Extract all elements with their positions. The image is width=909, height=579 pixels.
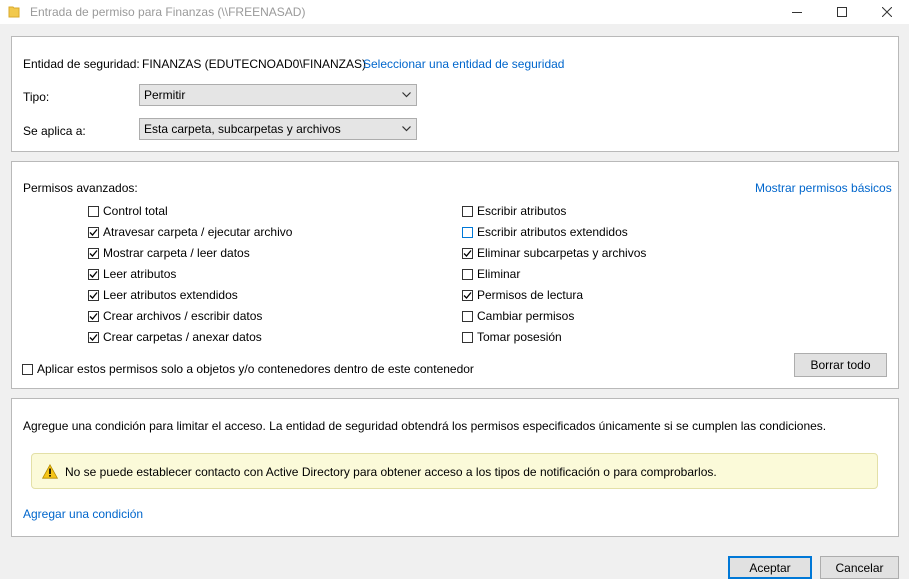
checkbox-box	[88, 289, 99, 301]
close-icon	[881, 7, 892, 17]
principal-panel: Entidad de seguridad: FINANZAS (EDUTECNO…	[11, 36, 899, 152]
maximize-icon	[836, 7, 847, 17]
permission-label: Leer atributos extendidos	[103, 288, 238, 302]
ok-button[interactable]: Aceptar	[728, 556, 812, 579]
checkbox-box	[88, 310, 99, 322]
warning-icon	[42, 464, 58, 479]
checkmark-icon	[89, 228, 98, 236]
checkbox-box	[88, 205, 99, 217]
checkbox-box	[88, 268, 99, 280]
checkmark-icon	[463, 249, 472, 257]
permission-label: Escribir atributos	[477, 204, 567, 218]
checkmark-icon	[89, 291, 98, 299]
permission-checkbox[interactable]: Tomar posesión	[462, 330, 562, 344]
chevron-down-icon	[402, 126, 411, 132]
permission-checkbox[interactable]: Atravesar carpeta / ejecutar archivo	[88, 225, 292, 239]
condition-description: Agregue una condición para limitar el ac…	[23, 419, 827, 433]
checkbox-box	[22, 363, 33, 375]
maximize-button[interactable]	[819, 0, 864, 24]
permission-checkbox[interactable]: Escribir atributos	[462, 204, 566, 218]
permission-label: Crear archivos / escribir datos	[103, 309, 263, 323]
permission-label: Escribir atributos extendidos	[477, 225, 628, 239]
minimize-icon	[791, 12, 802, 13]
checkmark-icon	[89, 333, 98, 341]
type-label: Tipo:	[23, 90, 50, 104]
checkbox-box	[462, 310, 473, 322]
title-bar: Entrada de permiso para Finanzas (\\FREE…	[0, 0, 909, 24]
checkmark-icon	[89, 270, 98, 278]
checkbox-box	[462, 331, 473, 343]
permission-checkbox[interactable]: Escribir atributos extendidos	[462, 225, 628, 239]
applies-select[interactable]: Esta carpeta, subcarpetas y archivos	[139, 118, 417, 140]
permissions-label: Permisos avanzados:	[23, 181, 138, 195]
applies-label: Se aplica a:	[23, 124, 86, 138]
clear-all-label: Borrar todo	[810, 358, 871, 372]
cancel-label: Cancelar	[835, 560, 884, 575]
clear-all-button[interactable]: Borrar todo	[794, 353, 887, 377]
permission-label: Permisos de lectura	[477, 288, 584, 302]
permission-label: Atravesar carpeta / ejecutar archivo	[103, 225, 293, 239]
permission-label: Eliminar	[477, 267, 521, 281]
permission-checkbox[interactable]: Crear archivos / escribir datos	[88, 309, 262, 323]
warning-bar: No se puede establecer contacto con Acti…	[31, 453, 878, 489]
folder-icon	[8, 6, 20, 18]
permission-checkbox[interactable]: Leer atributos	[88, 267, 176, 281]
type-select-value: Permitir	[144, 88, 186, 102]
checkmark-icon	[89, 249, 98, 257]
chevron-down-icon	[402, 92, 411, 98]
type-select[interactable]: Permitir	[139, 84, 417, 106]
cancel-button[interactable]: Cancelar	[820, 556, 899, 579]
permission-checkbox[interactable]: Control total	[88, 204, 168, 218]
close-button[interactable]	[864, 0, 909, 24]
principal-value: FINANZAS (EDUTECNOAD0\FINANZAS)	[142, 57, 367, 71]
permission-label: Leer atributos	[103, 267, 177, 281]
permission-label: Mostrar carpeta / leer datos	[103, 246, 250, 260]
permission-checkbox[interactable]: Cambiar permisos	[462, 309, 574, 323]
permission-label: Crear carpetas / anexar datos	[103, 330, 262, 344]
permission-label: Eliminar subcarpetas y archivos	[477, 246, 647, 260]
checkbox-box	[462, 268, 473, 280]
checkbox-box	[462, 205, 473, 217]
checkbox-box	[88, 247, 99, 259]
ok-label: Aceptar	[749, 560, 791, 575]
permission-checkbox[interactable]: Mostrar carpeta / leer datos	[88, 246, 250, 260]
checkmark-icon	[463, 291, 472, 299]
permission-checkbox[interactable]: Eliminar	[462, 267, 520, 281]
principal-label: Entidad de seguridad:	[23, 57, 140, 71]
window-title: Entrada de permiso para Finanzas (\\FREE…	[30, 5, 306, 19]
apply-only-checkbox[interactable]: Aplicar estos permisos solo a objetos y/…	[22, 362, 474, 376]
permission-checkbox[interactable]: Permisos de lectura	[462, 288, 583, 302]
show-basic-permissions-link[interactable]: Mostrar permisos básicos	[755, 181, 892, 195]
permission-label: Tomar posesión	[477, 330, 562, 344]
checkbox-box	[462, 289, 473, 301]
select-principal-link[interactable]: Seleccionar una entidad de seguridad	[363, 57, 564, 71]
checkbox-box	[88, 226, 99, 238]
permission-label: Control total	[103, 204, 168, 218]
permission-checkbox[interactable]: Leer atributos extendidos	[88, 288, 238, 302]
permission-checkbox[interactable]: Crear carpetas / anexar datos	[88, 330, 262, 344]
permissions-panel: Permisos avanzados: Mostrar permisos bás…	[11, 161, 899, 389]
minimize-button[interactable]	[774, 0, 819, 24]
add-condition-link[interactable]: Agregar una condición	[23, 507, 143, 521]
checkbox-box	[88, 331, 99, 343]
permission-label: Cambiar permisos	[477, 309, 575, 323]
permission-checkbox[interactable]: Eliminar subcarpetas y archivos	[462, 246, 646, 260]
checkbox-box	[462, 247, 473, 259]
checkbox-box	[462, 226, 473, 238]
apply-only-label: Aplicar estos permisos solo a objetos y/…	[37, 362, 474, 376]
warning-text: No se puede establecer contacto con Acti…	[65, 465, 717, 479]
condition-panel: Agregue una condición para limitar el ac…	[11, 398, 899, 537]
checkmark-icon	[89, 312, 98, 320]
applies-select-value: Esta carpeta, subcarpetas y archivos	[144, 122, 341, 136]
